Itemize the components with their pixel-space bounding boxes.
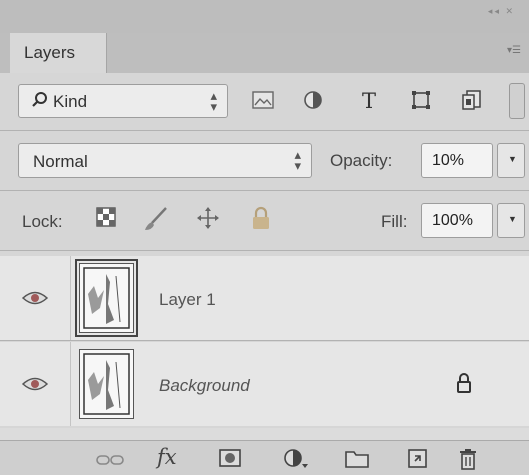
lock-image-pixels-icon[interactable] — [143, 206, 169, 232]
blend-mode-select[interactable]: Normal ▴ ▾ — [18, 143, 312, 178]
svg-text:T: T — [362, 89, 376, 112]
filter-kind-label: Kind — [53, 92, 88, 111]
shape-filter-icon[interactable] — [409, 88, 433, 112]
filter-toggle-switch[interactable] — [509, 83, 525, 119]
fill-label: Fill: — [381, 212, 408, 231]
panel-title-bar: ◂◂ ✕ — [0, 0, 529, 33]
lock-label: Lock: — [22, 212, 63, 231]
new-group-icon[interactable] — [344, 447, 370, 469]
tab-layers[interactable]: Layers — [10, 33, 107, 73]
stepper-arrows-icon: ▴ ▾ — [210, 88, 217, 114]
divider — [0, 340, 529, 341]
layer-thumbnail — [75, 259, 138, 337]
blend-mode-label: Normal — [33, 152, 88, 171]
visibility-toggle[interactable] — [0, 342, 71, 426]
eye-icon — [22, 377, 48, 391]
layer-row[interactable]: Background — [0, 342, 529, 426]
tab-layers-label: Layers — [24, 43, 76, 62]
divider — [0, 250, 529, 251]
delete-layer-icon[interactable] — [457, 447, 479, 471]
collapse-icon[interactable]: ◂◂ ✕ — [488, 6, 515, 17]
smart-object-filter-icon[interactable] — [460, 88, 484, 112]
layers-list-empty-area — [0, 428, 529, 440]
layer-thumbnail — [79, 349, 134, 419]
opacity-dropdown-button[interactable]: ▼ — [497, 143, 525, 178]
fill-value: 100% — [432, 212, 473, 229]
panel-menu-icon[interactable]: ▾☰ — [507, 45, 521, 56]
eye-icon — [22, 291, 48, 305]
lock-icon — [457, 373, 471, 393]
divider — [0, 130, 529, 131]
lock-all-icon[interactable] — [251, 206, 271, 230]
type-filter-icon[interactable]: T — [357, 88, 381, 112]
add-mask-icon[interactable] — [218, 447, 242, 469]
lock-transparent-pixels-icon[interactable] — [95, 206, 117, 228]
panel-tab-row: Layers ▾☰ — [0, 33, 529, 73]
chevron-down-icon: ▼ — [508, 214, 517, 224]
new-layer-icon[interactable] — [406, 447, 430, 469]
adjustment-filter-icon[interactable] — [301, 88, 325, 112]
chevron-down-icon: ▼ — [508, 154, 517, 164]
fill-dropdown-button[interactable]: ▼ — [497, 203, 525, 238]
layers-panel: ◂◂ ✕ Layers ▾☰ Kind ▴ ▾ T Normal ▴ ▾ Opa… — [0, 0, 529, 475]
image-filter-icon[interactable] — [251, 88, 275, 112]
visibility-toggle[interactable] — [0, 256, 71, 340]
layer-row[interactable]: Layer 1 — [0, 256, 529, 340]
opacity-value: 10% — [432, 152, 465, 169]
link-layers-icon[interactable] — [96, 453, 124, 467]
lock-position-icon[interactable] — [196, 206, 220, 230]
divider — [0, 190, 529, 191]
stepper-arrows-icon: ▴ ▾ — [294, 147, 301, 173]
opacity-label: Opacity: — [330, 151, 393, 170]
opacity-input[interactable]: 10% — [421, 143, 493, 178]
panel-footer: fx — [0, 440, 529, 475]
layer-name[interactable]: Background — [159, 376, 250, 396]
layer-style-fx-icon[interactable]: fx — [157, 445, 177, 469]
fill-input[interactable]: 100% — [421, 203, 493, 238]
layer-name[interactable]: Layer 1 — [159, 290, 216, 310]
filter-kind-select[interactable]: Kind ▴ ▾ — [18, 84, 228, 118]
search-icon — [32, 92, 47, 107]
new-adjustment-layer-icon[interactable] — [282, 447, 308, 469]
